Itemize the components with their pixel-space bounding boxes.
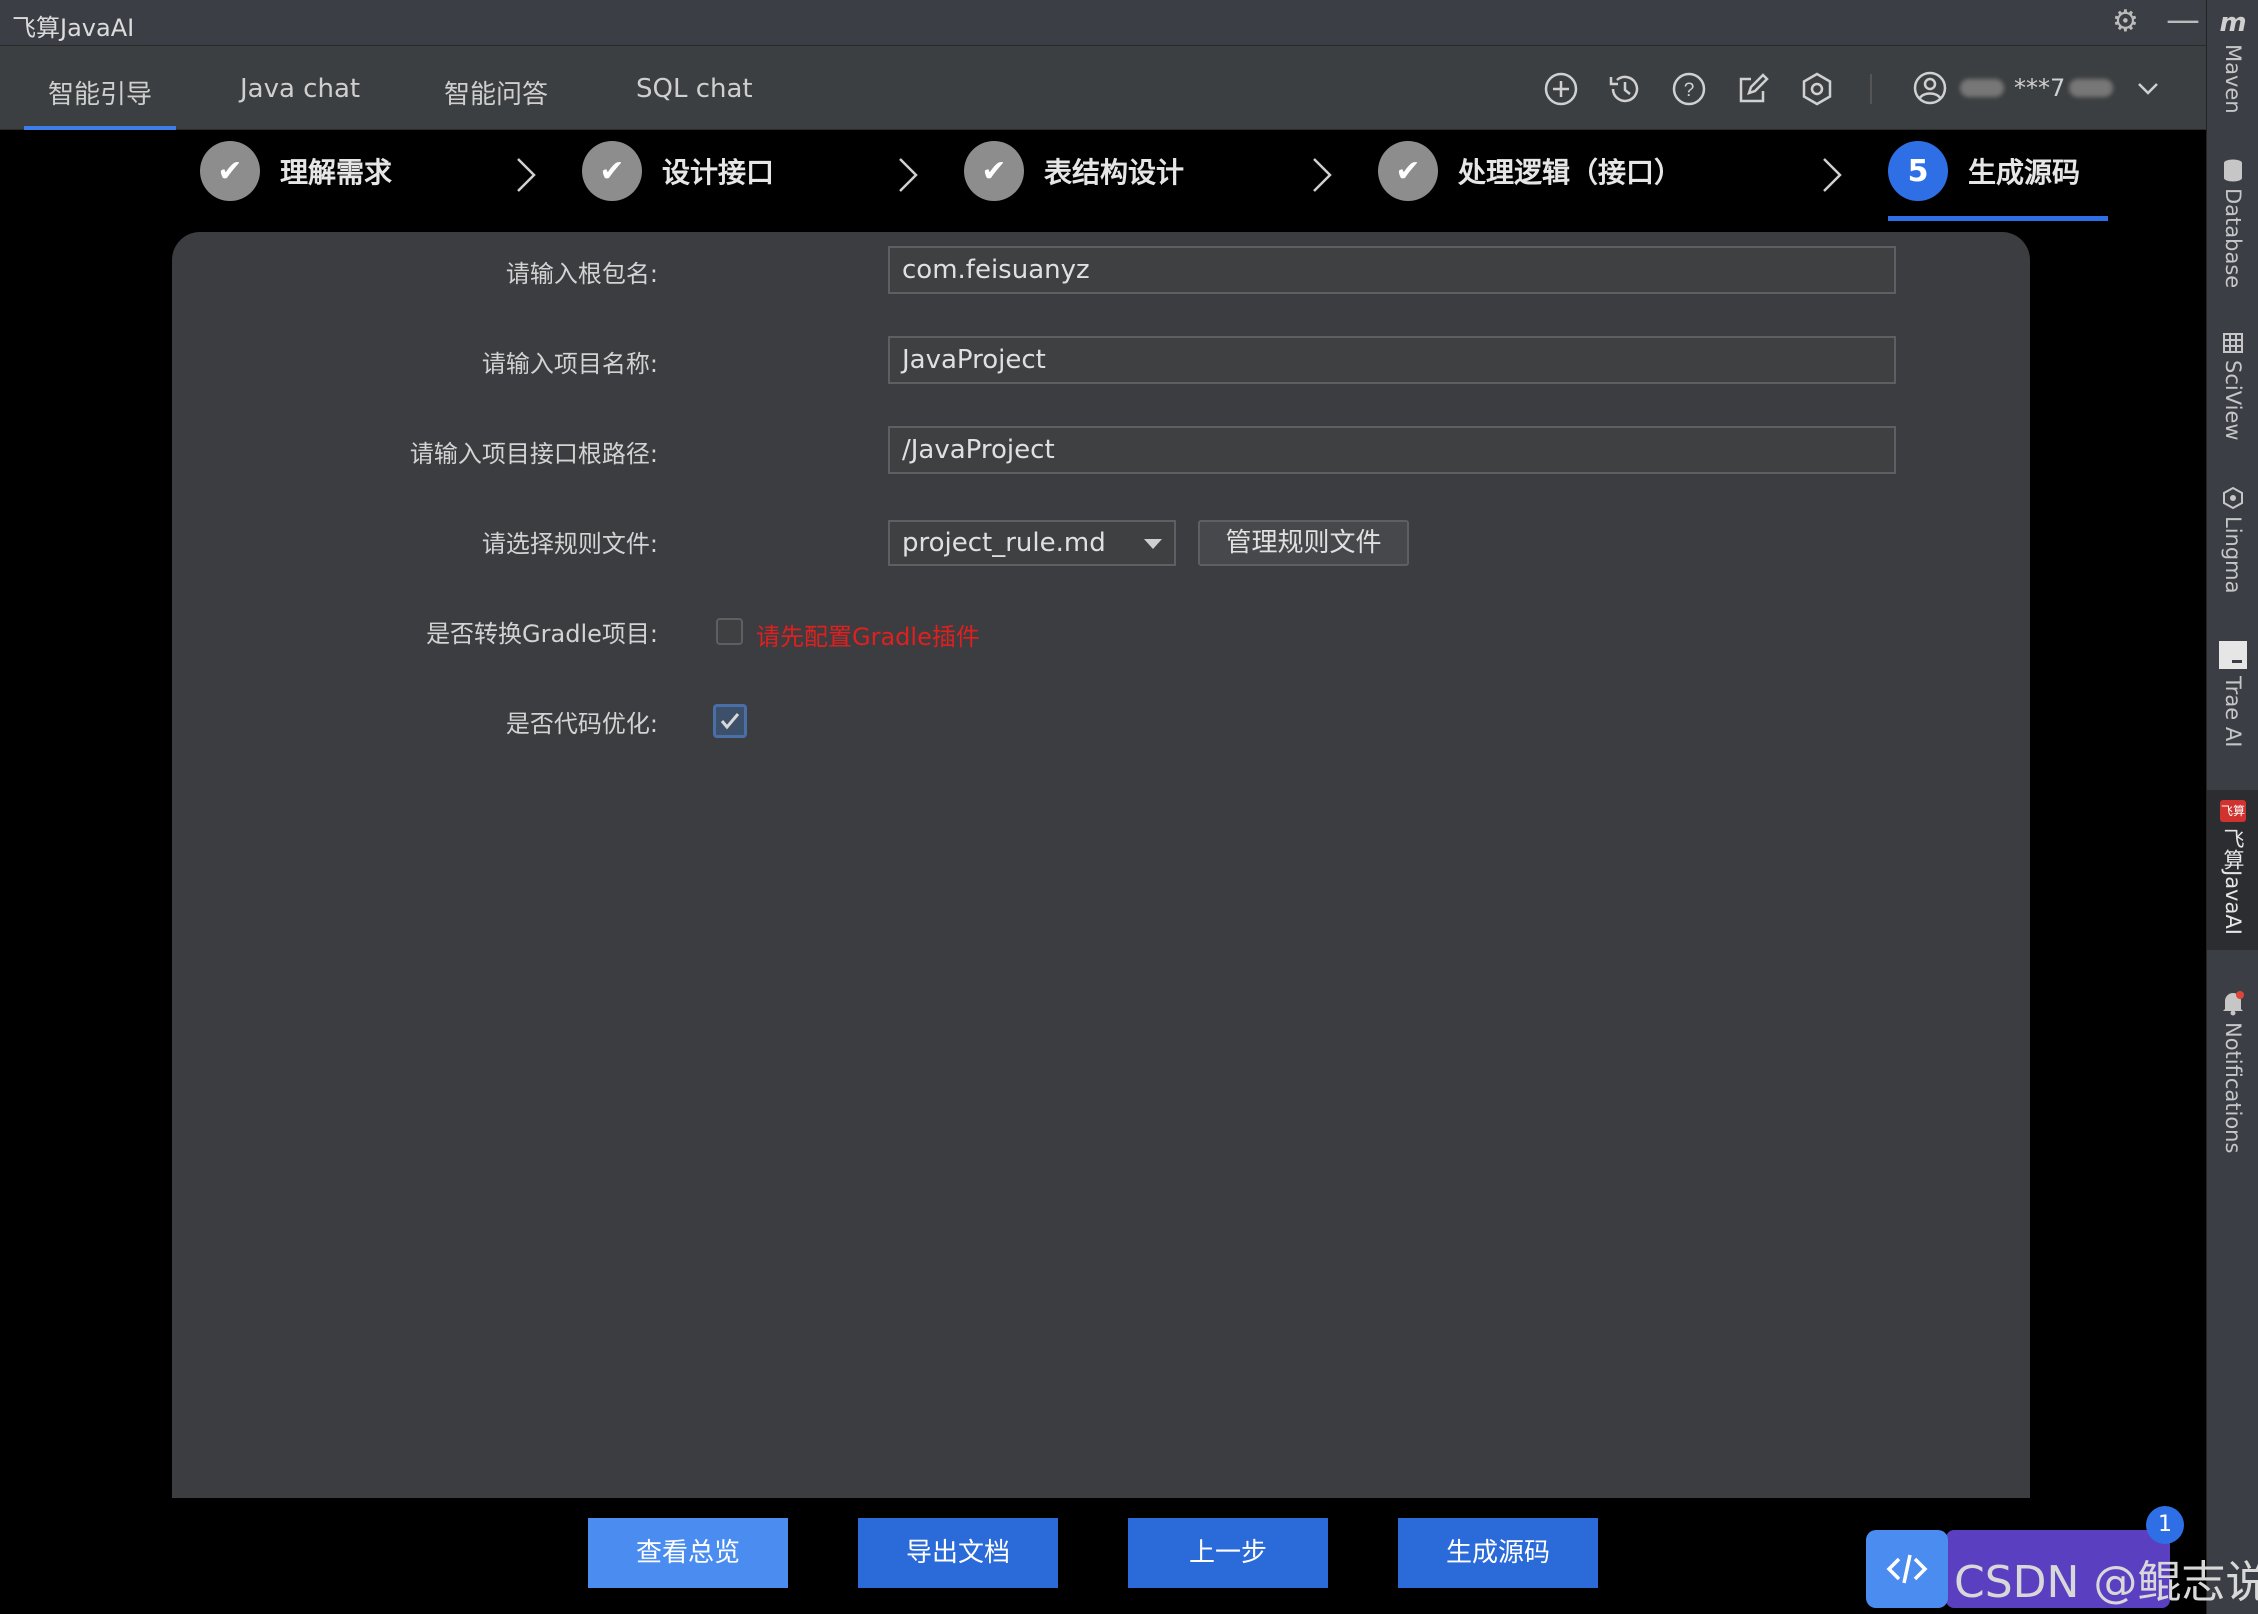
app-window: 飞算JavaAI ⚙ — 智能引导 Java chat 智能问答 SQL cha… (0, 0, 2258, 1614)
step-label: 生成源码 (1968, 156, 2081, 189)
generate-code-button[interactable]: 生成源码 (1398, 1518, 1598, 1588)
step-1[interactable]: ✔ 理解需求 (200, 141, 392, 201)
root-path-input[interactable]: /JavaProject (888, 426, 1896, 474)
sidebar-label: Database (2221, 188, 2245, 289)
root-path-label: 请输入项目接口根路径: (409, 440, 658, 468)
step-indicator: ✔ 理解需求 ✔ 设计接口 ✔ 表结构设计 ✔ 处理逻辑（接口） 5 生成源码 (0, 131, 2206, 223)
overview-button[interactable]: 查看总览 (588, 1518, 788, 1588)
check-icon (720, 713, 740, 730)
step-label: 设计接口 (662, 156, 775, 189)
project-name-label: 请输入项目名称: (481, 350, 658, 378)
database-icon (2224, 159, 2242, 182)
chevron-right-icon (1823, 158, 1842, 192)
sidebar-item-database[interactable]: Database (2207, 158, 2258, 288)
sidebar-item-feisuan[interactable]: 飞算 飞算JavaAI (2207, 800, 2258, 935)
sidebar-label: Trae AI (2221, 676, 2245, 748)
tool-sidebar: m Maven Database SciView Lingma Trae AI … (2206, 0, 2258, 1614)
tab-active-indicator (24, 126, 176, 130)
trae-icon (2219, 641, 2247, 669)
tab-sql-chat[interactable]: SQL chat (636, 74, 753, 104)
watermark: CSDN @鲲志说 (1954, 1557, 2258, 1608)
rule-file-select[interactable]: project_rule.md (888, 520, 1176, 566)
chevron-right-icon (899, 158, 918, 192)
code-assistant-button[interactable] (1866, 1530, 1948, 1608)
package-label: 请输入根包名: (505, 260, 658, 288)
user-name-blur (1960, 79, 2004, 97)
step-label: 理解需求 (280, 156, 393, 189)
tab-java-chat[interactable]: Java chat (240, 74, 360, 104)
gradle-checkbox[interactable] (716, 618, 743, 645)
settings-hex-icon[interactable] (1798, 70, 1836, 108)
optimize-label: 是否代码优化: (505, 710, 658, 738)
gradle-label: 是否转换Gradle项目: (426, 620, 658, 648)
notification-badge: 1 (2146, 1506, 2184, 1544)
sidebar-label: 飞算JavaAI (2221, 828, 2245, 935)
user-name-blur-2 (2069, 79, 2114, 97)
avatar-icon (1913, 71, 1947, 105)
svg-text:?: ? (1684, 80, 1695, 101)
rule-file-label: 请选择规则文件: (481, 530, 658, 558)
step-label: 表结构设计 (1044, 156, 1185, 189)
tab-smart-guide[interactable]: 智能引导 (48, 74, 152, 111)
user-name: ***7 (2014, 74, 2066, 102)
minimize-icon[interactable]: — (2166, 0, 2200, 40)
user-menu[interactable]: ***7 (1912, 68, 2163, 108)
feisuan-logo-icon: 飞算 (2220, 800, 2246, 822)
step-label: 处理逻辑（接口） (1458, 156, 1683, 189)
rule-file-value: project_rule.md (902, 528, 1106, 558)
step-4[interactable]: ✔ 处理逻辑（接口） (1378, 141, 1682, 201)
sidebar-label: Notifications (2221, 1022, 2245, 1154)
sciview-icon (2223, 333, 2243, 353)
manage-rules-button[interactable]: 管理规则文件 (1198, 520, 1409, 566)
chevron-down-icon[interactable] (2133, 73, 2163, 103)
sidebar-label: Maven (2221, 44, 2245, 114)
export-doc-button[interactable]: 导出文档 (858, 1518, 1058, 1588)
add-icon[interactable] (1542, 70, 1580, 108)
step-number: 5 (1888, 141, 1948, 201)
sidebar-item-lingma[interactable]: Lingma (2207, 486, 2258, 594)
form-panel: 请输入根包名: com.feisuanyz 请输入项目名称: JavaProje… (172, 232, 2030, 1498)
sidebar-item-notifications[interactable]: Notifications (2207, 990, 2258, 1153)
nav-bar: 智能引导 Java chat 智能问答 SQL chat ? ***7 (0, 46, 2206, 130)
step-active-indicator (1888, 216, 2108, 221)
sidebar-item-trae[interactable]: Trae AI (2207, 640, 2258, 747)
gradle-warning: 请先配置Gradle插件 (756, 623, 980, 651)
step-3[interactable]: ✔ 表结构设计 (964, 141, 1184, 201)
tab-smart-qa[interactable]: 智能问答 (444, 74, 548, 111)
history-icon[interactable] (1606, 70, 1644, 108)
sidebar-item-maven[interactable]: m Maven (2207, 8, 2258, 114)
lingma-icon (2223, 486, 2243, 510)
step-2[interactable]: ✔ 设计接口 (582, 141, 774, 201)
sidebar-item-sciview[interactable]: SciView (2207, 332, 2258, 441)
title-bar: 飞算JavaAI ⚙ — (0, 0, 2206, 46)
check-icon: ✔ (582, 141, 642, 201)
chevron-right-icon (517, 158, 536, 192)
help-icon[interactable]: ? (1670, 70, 1708, 108)
maven-icon: m (2219, 8, 2247, 38)
dropdown-arrow-icon (1144, 539, 1162, 549)
step-5[interactable]: 5 生成源码 (1888, 141, 2080, 201)
prev-step-button[interactable]: 上一步 (1128, 1518, 1328, 1588)
check-icon: ✔ (1378, 141, 1438, 201)
gear-icon[interactable]: ⚙ (2112, 4, 2139, 39)
sidebar-label: SciView (2221, 360, 2245, 441)
check-icon: ✔ (200, 141, 260, 201)
code-icon (1886, 1554, 1928, 1584)
check-icon: ✔ (964, 141, 1024, 201)
project-name-input[interactable]: JavaProject (888, 336, 1896, 384)
chevron-right-icon (1313, 158, 1332, 192)
sidebar-label: Lingma (2221, 516, 2245, 594)
edit-icon[interactable] (1734, 70, 1772, 108)
bell-icon (2223, 991, 2244, 1016)
nav-divider (1870, 74, 1872, 104)
optimize-checkbox[interactable] (713, 704, 747, 738)
window-title: 飞算JavaAI (12, 14, 135, 42)
package-input[interactable]: com.feisuanyz (888, 246, 1896, 294)
